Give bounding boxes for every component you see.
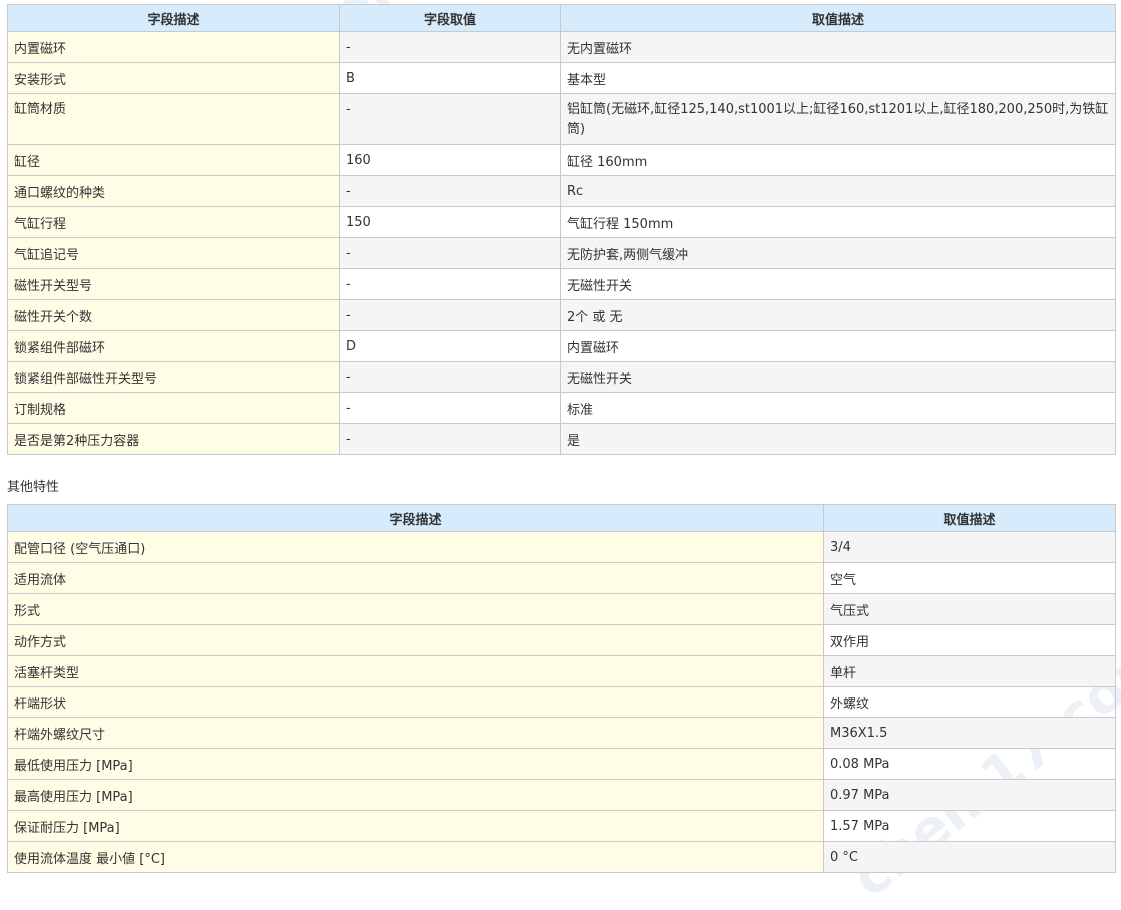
field-label: 锁紧组件部磁环 bbox=[7, 330, 340, 362]
field-value: 160 bbox=[339, 144, 561, 176]
field-value: - bbox=[339, 31, 561, 63]
field-label: 锁紧组件部磁性开关型号 bbox=[7, 361, 340, 393]
table-row: 最高使用压力 [MPa] 0.97 MPa bbox=[7, 779, 1116, 811]
table-row: 磁性开关个数 -2个 或 无 bbox=[7, 299, 1116, 331]
field-label: 适用流体 bbox=[7, 562, 824, 594]
section-title-other: 其他特性 bbox=[7, 480, 60, 495]
table-header-row: 字段描述 字段取值 取值描述 bbox=[7, 4, 1116, 32]
field-value: - bbox=[339, 299, 561, 331]
value-desc: 缸径 160mm bbox=[560, 144, 1116, 176]
table-row: 使用流体温度 最小値 [°C] 0 °C bbox=[7, 841, 1116, 873]
value-desc: 3/4 bbox=[823, 531, 1116, 563]
table-row: 是否是第2种压力容器 - 是 bbox=[7, 423, 1116, 455]
value-desc: Rc bbox=[560, 175, 1116, 207]
table-row: 缸筒材质 - 铝缸筒(无磁环,缸径125,140,st1001以上;缸径160,st… bbox=[7, 93, 1116, 145]
value-desc: 无磁性开关 bbox=[560, 361, 1116, 393]
table-header-row: 字段描述 取值描述 bbox=[7, 504, 1116, 532]
field-value: - bbox=[339, 175, 561, 207]
field-label: 通口螺纹的种类 bbox=[7, 175, 340, 207]
value-desc: 0.08 MPa bbox=[823, 748, 1116, 780]
field-label: 磁性开关型号 bbox=[7, 268, 340, 300]
value-desc: 气缸行程 150mm bbox=[560, 206, 1116, 238]
value-desc: 0 °C bbox=[823, 841, 1116, 873]
field-label: 使用流体温度 最小値 [°C] bbox=[7, 841, 824, 873]
table-row: 活塞杆类型 单杆 bbox=[7, 655, 1116, 687]
header-field-desc: 字段描述 bbox=[7, 504, 824, 532]
field-label: 订制规格 bbox=[7, 392, 340, 424]
field-label: 气缸追记号 bbox=[7, 237, 340, 269]
table-row: 气缸追记号 - 无防护套,两侧气缓冲 bbox=[7, 237, 1116, 269]
value-desc: 单杆 bbox=[823, 655, 1116, 687]
table-row: 通口螺纹的种类 - Rc bbox=[7, 175, 1116, 207]
value-desc: 1.57 MPa bbox=[823, 810, 1116, 842]
field-value: - bbox=[339, 423, 561, 455]
value-desc: 气压式 bbox=[823, 593, 1116, 625]
header-value-desc: 取值描述 bbox=[560, 4, 1116, 32]
field-label: 配管口径 (空气压通口) bbox=[7, 531, 824, 563]
value-desc: 无防护套,两侧气缓冲 bbox=[560, 237, 1116, 269]
field-label: 磁性开关个数 bbox=[7, 299, 340, 331]
header-value-desc: 取值描述 bbox=[823, 504, 1116, 532]
header-field-value: 字段取值 bbox=[339, 4, 561, 32]
value-desc: 无磁性开关 bbox=[560, 268, 1116, 300]
field-label: 缸径 bbox=[7, 144, 340, 176]
table-row: 最低使用压力 [MPa] 0.08 MPa bbox=[7, 748, 1116, 780]
field-label: 活塞杆类型 bbox=[7, 655, 824, 687]
table-row: 杆端外螺纹尺寸 M36X1.5 bbox=[7, 717, 1116, 749]
value-desc: 0.97 MPa bbox=[823, 779, 1116, 811]
table-row: 配管口径 (空气压通口) 3/4 bbox=[7, 531, 1116, 563]
table-row: 锁紧组件部磁性开关型号 - 无磁性开关 bbox=[7, 361, 1116, 393]
table-row: 内置磁环 - 无内置磁环 bbox=[7, 31, 1116, 63]
table-row: 锁紧组件部磁环 D 内置磁环 bbox=[7, 330, 1116, 362]
value-desc: 内置磁环 bbox=[560, 330, 1116, 362]
table-row: 动作方式 双作用 bbox=[7, 624, 1116, 656]
field-label: 缸筒材质 bbox=[7, 93, 340, 145]
value-desc: M36X1.5 bbox=[823, 717, 1116, 749]
table-row: 磁性开关型号 - 无磁性开关 bbox=[7, 268, 1116, 300]
table-row: 形式 气压式 bbox=[7, 593, 1116, 625]
table-row: 杆端形状 外螺纹 bbox=[7, 686, 1116, 718]
field-label: 是否是第2种压力容器 bbox=[7, 423, 340, 455]
field-label: 杆端形状 bbox=[7, 686, 824, 718]
table-row: 安装形式 B 基本型 bbox=[7, 62, 1116, 94]
value-desc: 铝缸筒(无磁环,缸径125,140,st1001以上;缸径160,st1201以… bbox=[560, 93, 1116, 145]
field-value: 150 bbox=[339, 206, 561, 238]
other-features-table: 字段描述 取值描述 配管口径 (空气压通口) 3/4 适用流体 空气 形式 气压式 动作方式… bbox=[7, 504, 1116, 873]
table-row: 订制规格 - 标准 bbox=[7, 392, 1116, 424]
field-value: D bbox=[339, 330, 561, 362]
table-row: 适用流体 空气 bbox=[7, 562, 1116, 594]
field-label: 保证耐压力 [MPa] bbox=[7, 810, 824, 842]
value-desc: 空气 bbox=[823, 562, 1116, 594]
field-label: 杆端外螺纹尺寸 bbox=[7, 717, 824, 749]
field-value: - bbox=[339, 237, 561, 269]
field-label: 气缸行程 bbox=[7, 206, 340, 238]
value-desc: 外螺纹 bbox=[823, 686, 1116, 718]
field-label: 内置磁环 bbox=[7, 31, 340, 63]
field-value: - bbox=[339, 392, 561, 424]
field-value: - bbox=[339, 93, 561, 145]
value-desc: 无内置磁环 bbox=[560, 31, 1116, 63]
table-row: 缸径 160 缸径 160mm bbox=[7, 144, 1116, 176]
value-desc: 基本型 bbox=[560, 62, 1116, 94]
spec-table: 字段描述 字段取值 取值描述 内置磁环 - 无内置磁环 安装形式 B 基本型 缸筒材质 - 铝缸… bbox=[7, 4, 1116, 455]
field-label: 最高使用压力 [MPa] bbox=[7, 779, 824, 811]
field-value: B bbox=[339, 62, 561, 94]
value-desc: 双作用 bbox=[823, 624, 1116, 656]
field-label: 动作方式 bbox=[7, 624, 824, 656]
header-field-desc: 字段描述 bbox=[7, 4, 340, 32]
value-desc: 2个 或 无 bbox=[560, 299, 1116, 331]
field-value: - bbox=[339, 268, 561, 300]
value-desc: 标准 bbox=[560, 392, 1116, 424]
table-row: 保证耐压力 [MPa] 1.57 MPa bbox=[7, 810, 1116, 842]
field-label: 安装形式 bbox=[7, 62, 340, 94]
field-label: 形式 bbox=[7, 593, 824, 625]
value-desc: 是 bbox=[560, 423, 1116, 455]
table-row: 气缸行程 150 气缸行程 150mm bbox=[7, 206, 1116, 238]
field-label: 最低使用压力 [MPa] bbox=[7, 748, 824, 780]
field-value: - bbox=[339, 361, 561, 393]
